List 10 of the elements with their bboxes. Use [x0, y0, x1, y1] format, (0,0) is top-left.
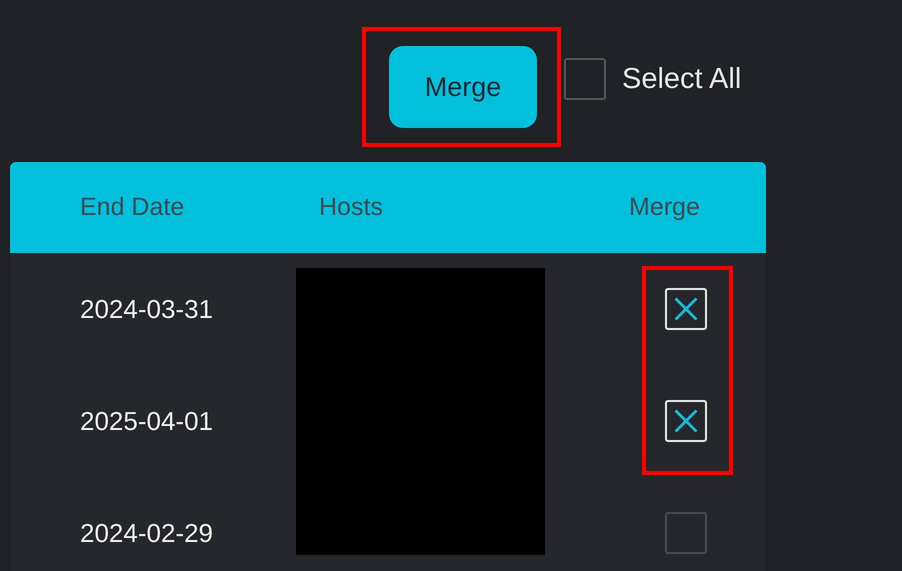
column-header: Merge: [629, 193, 701, 222]
date-cell-text: 2025-04-01: [80, 406, 214, 436]
merge-button[interactable]: Merge: [389, 46, 537, 128]
column-header: End Date: [80, 193, 186, 222]
date-cell-text: 2024-03-31: [80, 294, 214, 324]
select-all-checkbox[interactable]: [564, 58, 606, 100]
merge-checkbox[interactable]: [665, 512, 707, 554]
date-cell-text: 2024-02-29: [80, 518, 214, 548]
column-header: Hosts: [319, 193, 384, 222]
select-all-label: Select All: [622, 62, 742, 96]
